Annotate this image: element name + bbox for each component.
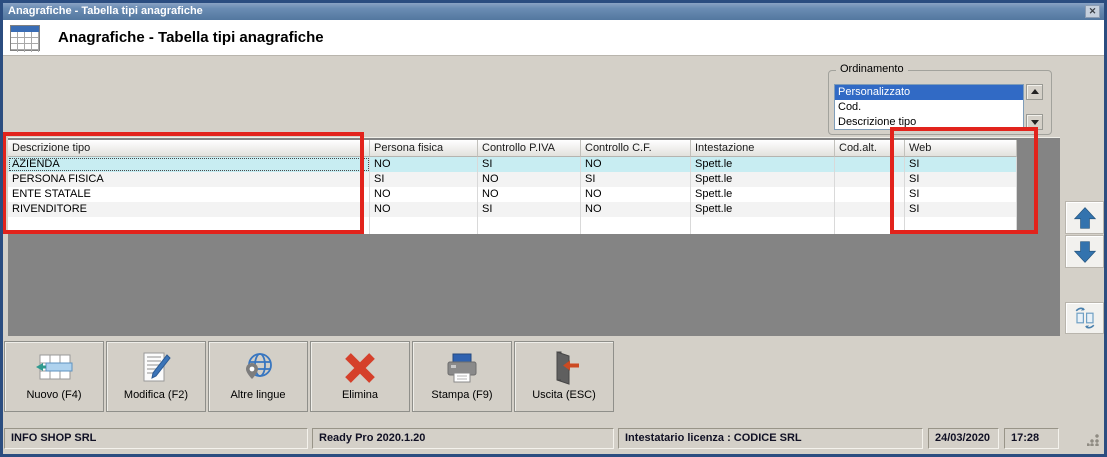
column-header-controllo-cf[interactable]: Controllo C.F. — [581, 140, 691, 157]
cell-controllo-piva[interactable]: NO — [478, 172, 581, 187]
stampa-button[interactable]: Stampa (F9) — [412, 341, 512, 412]
move-up-button[interactable] — [1065, 201, 1104, 234]
move-down-button[interactable] — [1065, 235, 1104, 268]
uscita-button[interactable]: Uscita (ESC) — [514, 341, 614, 412]
exit-door-icon — [556, 351, 579, 385]
column-header-cod-alt[interactable]: Cod.alt. — [835, 140, 905, 157]
cell-web[interactable]: SI — [905, 187, 1017, 202]
resize-grip-icon[interactable] — [1087, 434, 1099, 446]
title-bar: Anagrafiche - Tabella tipi anagrafiche ✕ — [3, 3, 1104, 20]
status-version: Ready Pro 2020.1.20 — [312, 428, 614, 449]
column-header-web[interactable]: Web — [905, 140, 1017, 157]
uscita-label: Uscita (ESC) — [532, 389, 596, 401]
nuovo-button[interactable]: Nuovo (F4) — [4, 341, 104, 412]
cell-descrizione[interactable]: PERSONA FISICA — [8, 172, 370, 187]
ordinamento-scrollbar[interactable] — [1026, 84, 1043, 130]
ordinamento-option-descrizione[interactable]: Descrizione tipo — [835, 115, 1023, 129]
close-icon: ✕ — [1088, 6, 1097, 16]
elimina-button[interactable]: Elimina — [310, 341, 410, 412]
cell-intestazione[interactable]: Spett.le — [691, 157, 835, 172]
ordinamento-listbox[interactable]: Personalizzato Cod. Descrizione tipo — [834, 84, 1024, 130]
arrow-down-icon — [1073, 240, 1096, 263]
cell-controllo-piva[interactable]: NO — [478, 187, 581, 202]
stampa-label: Stampa (F9) — [431, 389, 493, 401]
cell-controllo-cf[interactable]: SI — [581, 172, 691, 187]
cell-controllo-cf[interactable]: NO — [581, 202, 691, 217]
altre-lingue-button[interactable]: Altre lingue — [208, 341, 308, 412]
cell-descrizione[interactable]: ENTE STATALE — [8, 187, 370, 202]
status-bar: INFO SHOP SRL Ready Pro 2020.1.20 Intest… — [0, 426, 1107, 452]
column-header-descrizione-tipo[interactable]: Descrizione tipo — [8, 140, 370, 157]
status-company: INFO SHOP SRL — [4, 428, 308, 449]
elimina-label: Elimina — [341, 389, 379, 401]
cell-persona-fisica[interactable]: NO — [370, 187, 478, 202]
altre-lingue-label: Altre lingue — [230, 389, 286, 401]
cell-persona-fisica[interactable]: SI — [370, 172, 478, 187]
status-time: 17:28 — [1004, 428, 1059, 449]
printer-icon — [447, 353, 477, 383]
cell-web[interactable]: SI — [905, 202, 1017, 217]
status-license: Intestatario licenza : CODICE SRL — [618, 428, 923, 449]
status-date: 24/03/2020 — [928, 428, 999, 449]
column-header-controllo-piva[interactable]: Controllo P.IVA — [478, 140, 581, 157]
cell-cod-alt[interactable] — [835, 172, 905, 187]
cell-intestazione[interactable]: Spett.le — [691, 187, 835, 202]
window-title: Anagrafiche - Tabella tipi anagrafiche — [8, 5, 203, 17]
arrow-up-icon — [1073, 206, 1096, 229]
table-row[interactable]: ENTE STATALE NO NO NO Spett.le SI — [8, 187, 1017, 202]
globe-pin-icon — [246, 353, 272, 379]
table-container: Descrizione tipo Persona fisica Controll… — [8, 137, 1060, 336]
table-row[interactable]: AZIENDA NO SI NO Spett.le SI — [8, 157, 1017, 172]
swap-records-icon — [1075, 307, 1094, 329]
anagrafiche-table: Descrizione tipo Persona fisica Controll… — [8, 140, 1017, 234]
modifica-label: Modifica (F2) — [123, 389, 189, 401]
table-insert-row-icon — [36, 354, 73, 380]
cell-descrizione[interactable]: RIVENDITORE — [8, 202, 370, 217]
column-header-persona-fisica[interactable]: Persona fisica — [370, 140, 478, 157]
table-grid-icon — [10, 25, 40, 52]
red-x-icon — [345, 353, 375, 383]
cell-web[interactable]: SI — [905, 157, 1017, 172]
triangle-up-icon — [1030, 89, 1039, 94]
scroll-up-button[interactable] — [1026, 84, 1043, 100]
triangle-down-icon — [1030, 120, 1039, 125]
cell-persona-fisica[interactable]: NO — [370, 157, 478, 172]
cell-controllo-cf[interactable]: NO — [581, 187, 691, 202]
cell-cod-alt[interactable] — [835, 157, 905, 172]
edit-pencil-document-icon — [143, 352, 171, 382]
scroll-down-button[interactable] — [1026, 114, 1043, 130]
cell-controllo-piva[interactable]: SI — [478, 202, 581, 217]
cell-controllo-piva[interactable]: SI — [478, 157, 581, 172]
cell-cod-alt[interactable] — [835, 187, 905, 202]
cell-intestazione[interactable]: Spett.le — [691, 202, 835, 217]
cell-descrizione[interactable]: AZIENDA — [8, 157, 370, 172]
cell-intestazione[interactable]: Spett.le — [691, 172, 835, 187]
app-window: Anagrafiche - Tabella tipi anagrafiche ✕… — [0, 0, 1107, 457]
ordinamento-label: Ordinamento — [836, 63, 908, 75]
ordinamento-option-cod[interactable]: Cod. — [835, 100, 1023, 115]
table-header-row: Descrizione tipo Persona fisica Controll… — [8, 140, 1017, 157]
cell-controllo-cf[interactable]: NO — [581, 157, 691, 172]
nuovo-label: Nuovo (F4) — [26, 389, 82, 401]
ordinamento-option-personalizzato[interactable]: Personalizzato — [835, 85, 1023, 100]
cell-web[interactable]: SI — [905, 172, 1017, 187]
modifica-button[interactable]: Modifica (F2) — [106, 341, 206, 412]
table-row[interactable]: RIVENDITORE NO SI NO Spett.le SI — [8, 202, 1017, 217]
table-empty-row — [8, 217, 1017, 234]
cell-persona-fisica[interactable]: NO — [370, 202, 478, 217]
table-row[interactable]: PERSONA FISICA SI NO SI Spett.le SI — [8, 172, 1017, 187]
close-button[interactable]: ✕ — [1085, 5, 1100, 18]
page-header: Anagrafiche - Tabella tipi anagrafiche — [3, 20, 1104, 56]
column-header-intestazione[interactable]: Intestazione — [691, 140, 835, 157]
swap-records-button[interactable] — [1065, 302, 1104, 334]
page-title: Anagrafiche - Tabella tipi anagrafiche — [58, 29, 324, 46]
ordinamento-groupbox: Ordinamento Personalizzato Cod. Descrizi… — [828, 63, 1052, 135]
cell-cod-alt[interactable] — [835, 202, 905, 217]
